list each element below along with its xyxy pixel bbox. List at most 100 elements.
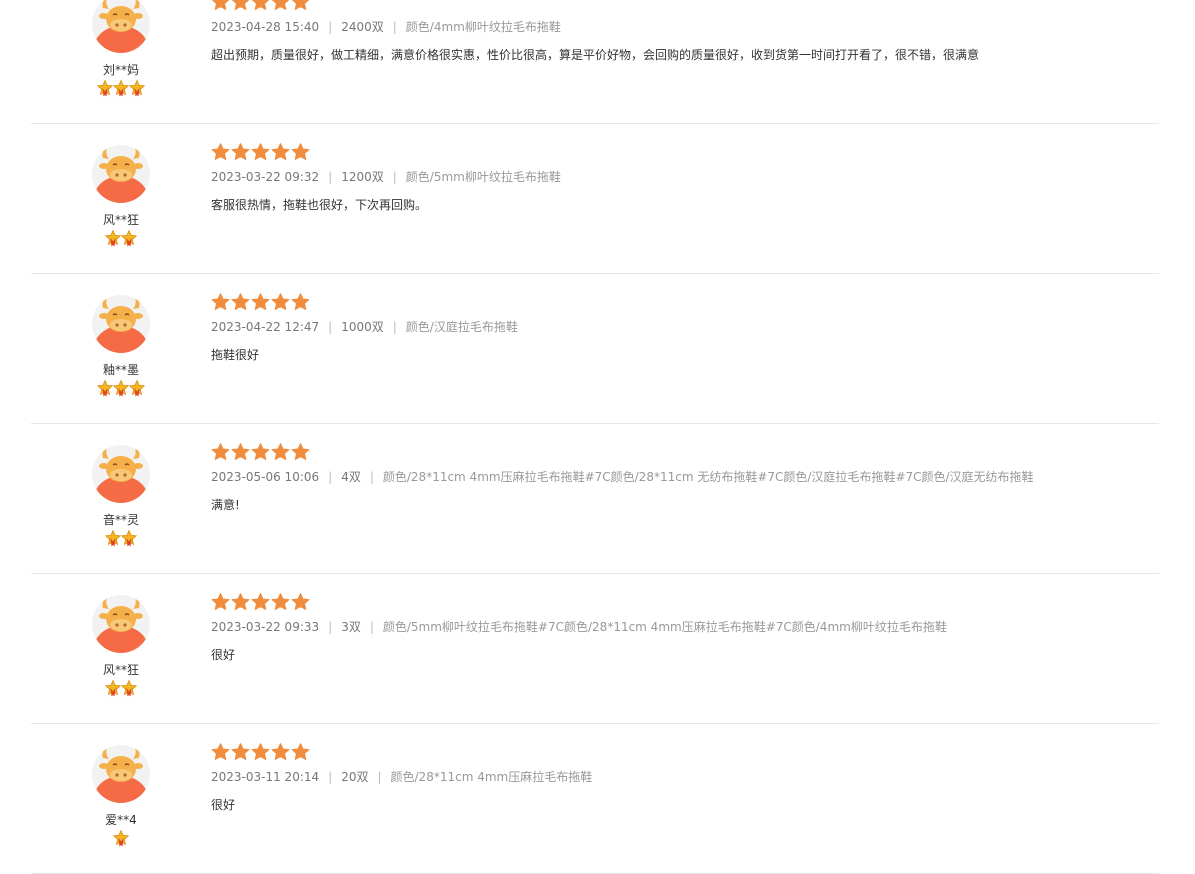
review-date: 2023-03-22 09:33 [211, 620, 320, 634]
star-icon [231, 743, 250, 760]
product-spec: 颜色/5mm柳叶纹拉毛布拖鞋 [405, 170, 561, 184]
star-icon [231, 293, 250, 310]
star-icon [251, 743, 270, 760]
level-badge-icon [121, 230, 137, 247]
reviewer-info: 风**狂 [89, 144, 153, 247]
reviewer-level [89, 530, 153, 547]
review-date: 2023-03-11 20:14 [211, 770, 320, 784]
review-text: 超出预期，质量很好，做工精细，满意价格很实惠，性价比很高，算是平价好物，会回购的… [211, 48, 980, 62]
level-badge-icon [105, 530, 121, 547]
star-icon [271, 0, 290, 10]
review-item: 刘**妈 2023-04-28 15:40 | 2400双 | 颜色/4mm柳叶纹拉毛布拖… [31, 0, 1159, 124]
reviewer-name: 爱**4 [105, 813, 137, 827]
reviewer-name: 刘**妈 [102, 63, 139, 77]
purchase-quantity: 2400双 [341, 20, 384, 34]
separator: | [369, 470, 374, 484]
review-list: 刘**妈 2023-04-28 15:40 | 2400双 | 颜色/4mm柳叶纹拉毛布拖… [0, 0, 1195, 874]
reviewer-name: 风**狂 [102, 213, 139, 227]
reviewer-level [89, 380, 153, 397]
review-date: 2023-03-22 09:32 [211, 170, 320, 184]
avatar[interactable] [91, 444, 151, 504]
purchase-quantity: 20双 [341, 770, 369, 784]
separator: | [369, 620, 374, 634]
star-icon [231, 143, 250, 160]
star-icon [231, 443, 250, 460]
separator: | [377, 770, 382, 784]
level-badge-icon [113, 380, 129, 397]
review-item: 音**灵 2023-05-06 10:06 | 4双 | 颜色/28*11cm 4mm压麻… [31, 424, 1159, 574]
star-icon [251, 0, 270, 10]
level-badge-icon [97, 380, 113, 397]
rating-stars [211, 0, 1159, 11]
review-text: 拖鞋很好 [211, 348, 260, 362]
review-meta: 2023-04-22 12:47 | 1000双 | 颜色/汉庭拉毛布拖鞋 [211, 320, 1159, 334]
rating-stars [211, 443, 1159, 461]
reviewer-level [89, 80, 153, 97]
avatar[interactable] [91, 0, 151, 54]
review-text: 很好 [211, 798, 236, 812]
star-icon [251, 143, 270, 160]
review-date: 2023-05-06 10:06 [211, 470, 320, 484]
review-date: 2023-04-28 15:40 [211, 20, 320, 34]
reviewer-name: 风**狂 [102, 663, 139, 677]
star-icon [271, 443, 290, 460]
review-item: 风**狂 2023-03-22 09:33 | 3双 | 颜色/5mm柳叶纹拉毛布拖鞋#7… [31, 574, 1159, 724]
review-text: 客服很热情，拖鞋也很好，下次再回购。 [211, 198, 428, 212]
star-icon [251, 593, 270, 610]
level-badge-icon [105, 680, 121, 697]
level-badge-icon [129, 80, 145, 97]
level-badge-icon [97, 80, 113, 97]
star-icon [291, 293, 310, 310]
star-icon [211, 293, 230, 310]
star-icon [211, 0, 230, 10]
rating-stars [211, 593, 1159, 611]
reviewer-info: 音**灵 [89, 444, 153, 547]
purchase-quantity: 1200双 [341, 170, 384, 184]
avatar[interactable] [91, 144, 151, 204]
reviewer-level [89, 830, 153, 847]
review-meta: 2023-04-28 15:40 | 2400双 | 颜色/4mm柳叶纹拉毛布拖鞋 [211, 20, 1159, 34]
review-meta: 2023-05-06 10:06 | 4双 | 颜色/28*11cm 4mm压麻拉毛布拖… [211, 470, 1159, 484]
level-badge-icon [113, 830, 129, 847]
star-icon [291, 0, 310, 10]
star-icon [211, 743, 230, 760]
purchase-quantity: 3双 [341, 620, 361, 634]
review-content: 2023-03-22 09:32 | 1200双 | 颜色/5mm柳叶纹拉毛布拖鞋 客服很… [211, 143, 1159, 213]
reviewer-info: 风**狂 [89, 594, 153, 697]
avatar[interactable] [91, 744, 151, 804]
avatar[interactable] [91, 594, 151, 654]
avatar[interactable] [91, 294, 151, 354]
star-icon [271, 293, 290, 310]
star-icon [291, 443, 310, 460]
reviewer-level [89, 680, 153, 697]
reviewer-info: 釉**墨 [89, 294, 153, 397]
review-content: 2023-03-11 20:14 | 20双 | 颜色/28*11cm 4mm压麻拉毛布… [211, 743, 1159, 813]
rating-stars [211, 293, 1159, 311]
review-content: 2023-05-06 10:06 | 4双 | 颜色/28*11cm 4mm压麻拉毛布拖… [211, 443, 1159, 513]
review-content: 2023-04-22 12:47 | 1000双 | 颜色/汉庭拉毛布拖鞋 拖鞋很好 [211, 293, 1159, 363]
review-meta: 2023-03-22 09:32 | 1200双 | 颜色/5mm柳叶纹拉毛布拖鞋 [211, 170, 1159, 184]
level-badge-icon [105, 230, 121, 247]
star-icon [271, 143, 290, 160]
review-content: 2023-03-22 09:33 | 3双 | 颜色/5mm柳叶纹拉毛布拖鞋#7C颜色/… [211, 593, 1159, 663]
star-icon [231, 0, 250, 10]
separator: | [328, 470, 333, 484]
separator: | [328, 770, 333, 784]
reviewer-name: 釉**墨 [102, 363, 139, 377]
level-badge-icon [129, 380, 145, 397]
level-badge-icon [121, 680, 137, 697]
star-icon [271, 593, 290, 610]
separator: | [392, 320, 397, 334]
review-text: 很好 [211, 648, 236, 662]
separator: | [328, 320, 333, 334]
product-spec: 颜色/汉庭拉毛布拖鞋 [405, 320, 518, 334]
star-icon [231, 593, 250, 610]
separator: | [328, 620, 333, 634]
star-icon [271, 743, 290, 760]
star-icon [291, 743, 310, 760]
product-spec: 颜色/28*11cm 4mm压麻拉毛布拖鞋#7C颜色/28*11cm 无纺布拖鞋… [382, 470, 1034, 484]
review-meta: 2023-03-11 20:14 | 20双 | 颜色/28*11cm 4mm压麻拉毛布… [211, 770, 1159, 784]
reviewer-info: 刘**妈 [89, 0, 153, 97]
review-item: 风**狂 2023-03-22 09:32 | 1200双 | 颜色/5mm柳叶纹拉毛布拖… [31, 124, 1159, 274]
product-spec: 颜色/28*11cm 4mm压麻拉毛布拖鞋 [390, 770, 593, 784]
